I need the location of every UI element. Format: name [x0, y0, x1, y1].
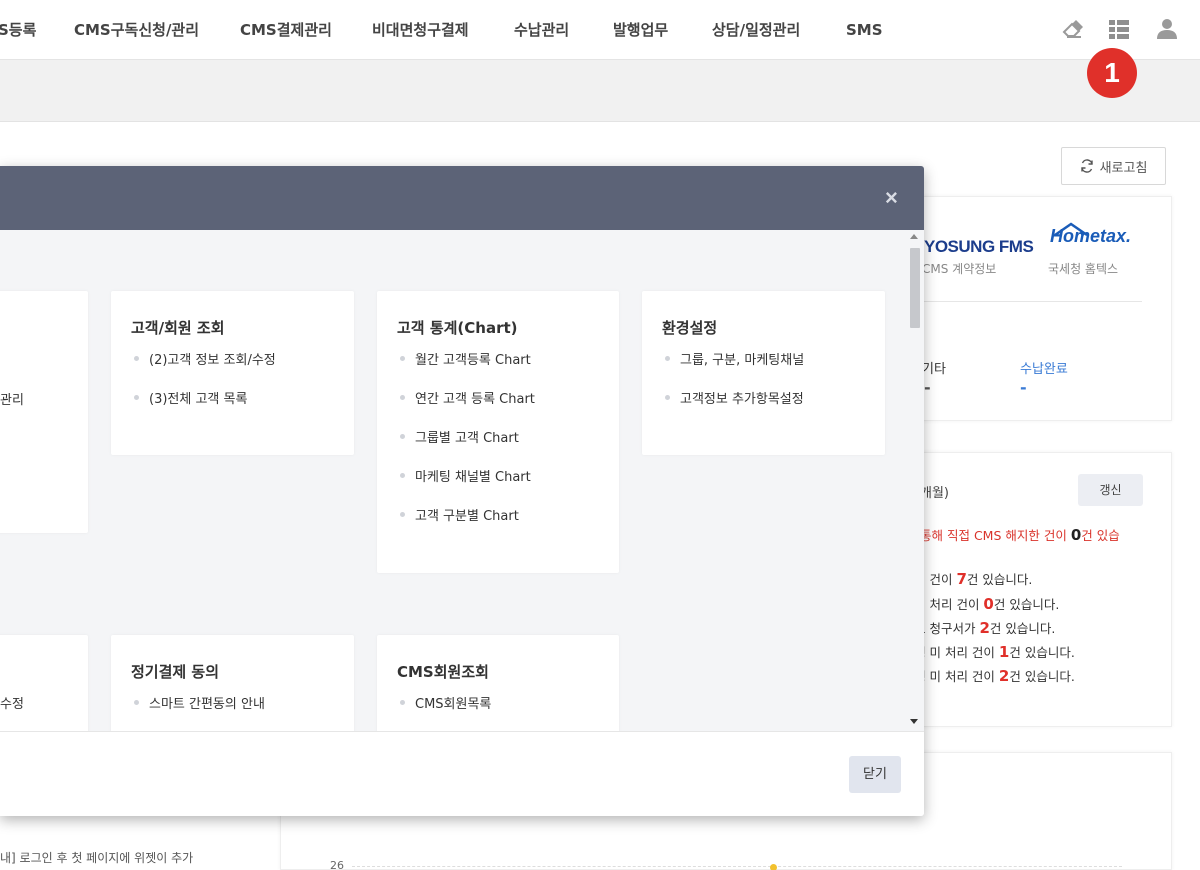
modal-close-icon[interactable]: × — [885, 186, 898, 210]
card-title: 고객/회원 조회 — [131, 319, 225, 337]
menu-card-cms-member: CMS회원조회 CMS회원목록 — [377, 635, 619, 731]
nav-item-consult-schedule[interactable]: 상담/일정관리 — [712, 0, 800, 60]
menu-item[interactable]: 고객정보 추가항목설정 — [665, 388, 804, 407]
card-title: CMS회원조회 — [397, 663, 489, 681]
nav-item-cms-subscription[interactable]: CMS구독신청/관리 — [74, 0, 199, 60]
hometax-logo[interactable]: Hometax. — [1050, 226, 1131, 247]
nav-item-registration[interactable]: S등록 — [0, 0, 36, 60]
renew-button[interactable]: 갱신 — [1078, 474, 1143, 506]
menu-card-recurring-consent: 정기결제 동의 스마트 간편동의 안내 — [111, 635, 354, 731]
notice-line[interactable]: 행 미 처리 건이 1건 있습니다. — [914, 642, 1075, 661]
stat-label-other: 기타 — [922, 362, 946, 377]
notice-line[interactable]: 리 건이 7건 있습니다. — [914, 569, 1032, 588]
menu-item[interactable]: 그룹, 구분, 마케팅채널 — [664, 349, 804, 368]
nav-item-sms[interactable]: SMS — [846, 0, 883, 60]
scroll-down-icon[interactable] — [910, 719, 918, 724]
scroll-up-icon[interactable] — [910, 234, 918, 239]
stat-value-other: - — [924, 378, 931, 397]
notice-line[interactable]: 로 청구서가 2건 있습니다. — [914, 618, 1055, 637]
contract-info-card — [900, 196, 1172, 421]
close-button[interactable]: 닫기 — [849, 756, 901, 793]
chart-grid-line — [352, 866, 1122, 867]
menu-item[interactable]: 연간 고객 등록 Chart — [400, 388, 535, 407]
stat-label-paid[interactable]: 수납완료 — [1020, 358, 1068, 377]
top-nav: S등록 CMS구독신청/관리 CMS결제관리 비대면청구결제 수납관리 발행업무… — [0, 0, 1200, 60]
menu-card-partial: 관리 — [0, 291, 88, 533]
menu-card-customer-lookup: 고객/회원 조회 (2)고객 정보 조회/수정 (3)전체 고객 목록 — [111, 291, 354, 455]
nav-item-remote-billing[interactable]: 비대면청구결제 — [372, 0, 469, 60]
menu-item[interactable]: (2)고객 정보 조회/수정 — [134, 349, 276, 368]
menu-card-settings: 환경설정 그룹, 구분, 마케팅채널 고객정보 추가항목설정 — [642, 291, 885, 455]
chart-tick-label: 26 — [330, 859, 344, 870]
notice-cms-cancel[interactable]: 통해 직접 CMS 해지한 건이 0건 있습 — [920, 525, 1120, 544]
refresh-label: 새로고침 — [1099, 160, 1148, 176]
menu-item[interactable]: 월간 고객등록 Chart — [400, 349, 531, 368]
menu-item[interactable]: (3)전체 고객 목록 — [133, 388, 247, 407]
period-label: 개월) — [920, 486, 949, 501]
eraser-icon[interactable] — [1061, 18, 1083, 40]
modal-body: 관리 고객/회원 조회 (2)고객 정보 조회/수정 (3)전체 고객 목록 고… — [0, 230, 924, 731]
nav-item-cms-payment[interactable]: CMS결제관리 — [240, 0, 332, 60]
card-divider — [922, 301, 1142, 302]
stat-value-paid[interactable]: - — [1020, 378, 1027, 397]
card-title: 환경설정 — [662, 319, 718, 337]
nav-item-issuance[interactable]: 발행업무 — [613, 0, 668, 60]
menu-item[interactable]: 고객 구분별 Chart — [400, 505, 519, 524]
list-grid-icon[interactable] — [1108, 18, 1130, 40]
hyosung-logo[interactable]: YOSUNG FMS — [924, 237, 1034, 257]
partial-menu-item[interactable]: 수정 — [0, 693, 24, 712]
left-notice-text: 내] 로그인 후 첫 페이지에 위젯이 추가 — [0, 851, 194, 865]
modal-scrollbar[interactable] — [906, 230, 924, 731]
menu-item[interactable]: CMS회원목록 — [399, 693, 491, 712]
menu-card-customer-chart: 고객 통계(Chart) 월간 고객등록 Chart 연간 고객 등록 Char… — [377, 291, 619, 573]
menu-card-partial: 수정 — [0, 635, 88, 731]
hometax-caption: 국세청 홈텍스 — [1048, 262, 1119, 276]
card-title: 고객 통계(Chart) — [397, 319, 518, 337]
menu-modal: × 관리 고객/회원 조회 (2)고객 정보 조회/수정 (3)전체 고객 목록… — [0, 166, 924, 816]
nav-item-collection[interactable]: 수납관리 — [514, 0, 569, 60]
partial-menu-item[interactable]: 관리 — [0, 389, 24, 408]
refresh-button[interactable]: 새로고침 — [1061, 147, 1166, 185]
hyosung-caption: CMS 계약정보 — [922, 262, 997, 276]
step-badge: 1 — [1087, 48, 1137, 98]
notice-line[interactable]: 미 처리 건이 0건 있습니다. — [914, 594, 1059, 613]
modal-header: × — [0, 166, 924, 230]
user-icon[interactable] — [1156, 18, 1178, 40]
chart-data-point — [770, 864, 777, 870]
menu-item[interactable]: 마케팅 채널별 Chart — [400, 466, 531, 485]
menu-item[interactable]: 그룹별 고객 Chart — [400, 427, 519, 446]
menu-item[interactable]: 스마트 간편동의 안내 — [134, 693, 265, 712]
modal-footer: 닫기 — [0, 731, 924, 816]
notice-line[interactable]: 행 미 처리 건이 2건 있습니다. — [914, 666, 1075, 685]
refresh-icon — [1080, 159, 1093, 173]
scroll-thumb[interactable] — [910, 248, 920, 328]
card-title: 정기결제 동의 — [131, 663, 220, 681]
